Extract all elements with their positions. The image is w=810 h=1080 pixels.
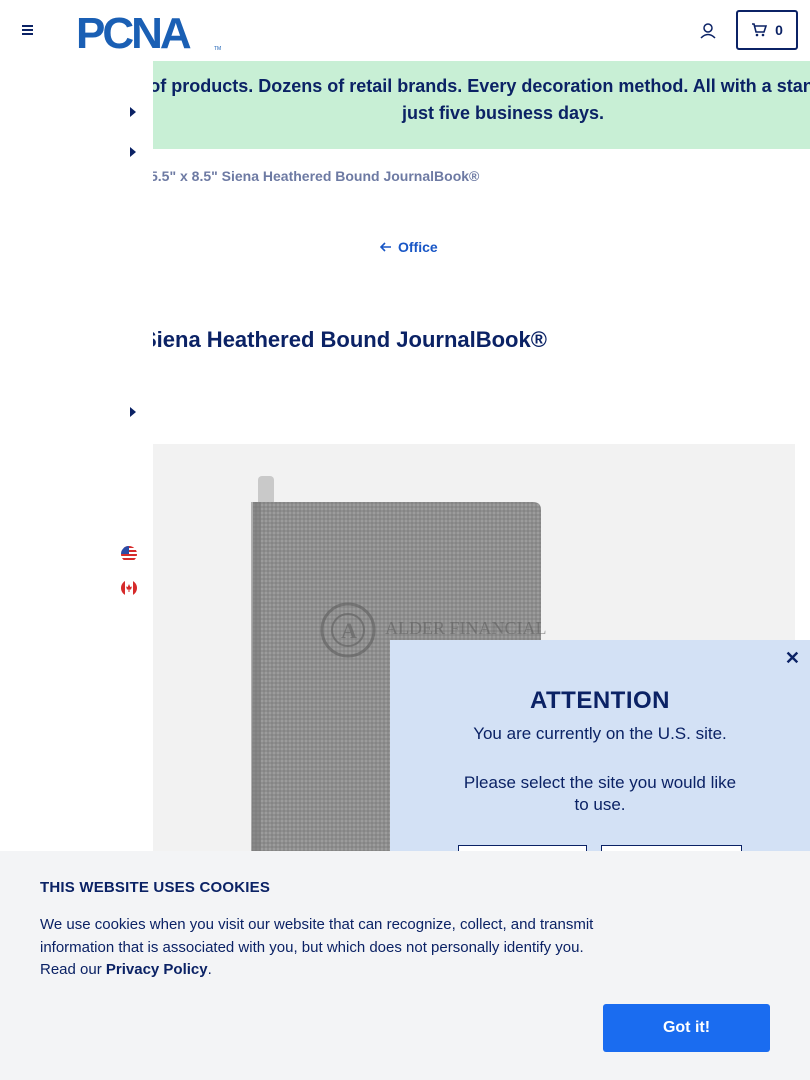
logo-text: PCNA (76, 10, 191, 52)
caret-right-icon[interactable] (129, 107, 137, 117)
cart-button[interactable]: 0 (736, 10, 798, 50)
cart-icon (752, 23, 768, 37)
arrow-left-icon (380, 242, 391, 252)
promo-banner: Thousands of products. Dozens of retail … (153, 61, 810, 149)
pcna-logo[interactable]: PCNA TM (76, 9, 226, 58)
hamburger-icon[interactable] (18, 20, 40, 40)
caret-right-icon[interactable] (129, 407, 137, 417)
page: PCNA TM 0 Thousands of products. Dozens … (0, 0, 810, 1080)
privacy-policy-link[interactable]: Privacy Policy (106, 961, 208, 978)
dialog-title: ATTENTION (529, 687, 671, 714)
cookie-title: THIS WEBSITE USES COOKIES (40, 879, 271, 896)
banner-text: Thousands of products. Dozens of retail … (153, 76, 810, 123)
dialog-message: You are currently on the U.S. site. (473, 724, 727, 743)
caret-right-icon[interactable] (129, 147, 137, 157)
product-title: Siena Heathered Bound JournalBook® (142, 327, 547, 352)
site-header: PCNA TM 0 (0, 0, 810, 61)
back-link-label: Office (398, 239, 438, 255)
close-icon[interactable]: ✕ (785, 648, 800, 669)
breadcrumb[interactable]: 5.5" x 8.5" Siena Heathered Bound Journa… (150, 168, 479, 184)
accept-cookies-button[interactable]: Got it! (603, 1004, 770, 1052)
cookie-suffix: . (207, 961, 212, 978)
dialog-prompt: Please select the site you would like to… (463, 773, 737, 814)
cookie-banner: THIS WEBSITE USES COOKIES We use cookies… (0, 851, 810, 1080)
canada-flag-icon[interactable] (121, 580, 137, 596)
back-to-office-link[interactable]: Office (380, 239, 438, 255)
svg-text:A: A (341, 618, 357, 643)
logo-tm: TM (214, 46, 221, 52)
imprint-text: ALDER FINANCIAL (385, 618, 547, 638)
user-icon[interactable] (697, 20, 719, 42)
cart-count: 0 (775, 22, 783, 38)
us-flag-icon[interactable] (121, 546, 137, 562)
cookie-body: We use cookies when you visit our websit… (40, 914, 610, 982)
